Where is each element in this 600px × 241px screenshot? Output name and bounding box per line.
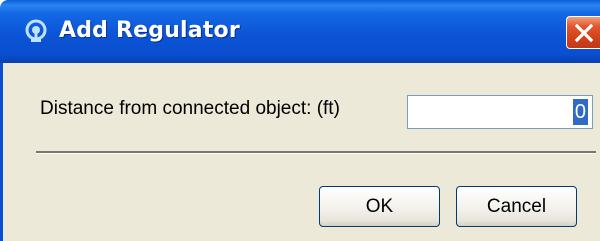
window-title: Add Regulator	[59, 18, 240, 43]
distance-input[interactable]	[407, 95, 593, 129]
separator	[36, 151, 596, 154]
distance-label: Distance from connected object: (ft)	[40, 98, 340, 119]
cancel-button[interactable]: Cancel	[456, 186, 577, 227]
regulator-app-icon	[24, 19, 48, 43]
close-button[interactable]	[566, 16, 600, 49]
title-bar[interactable]: Add Regulator	[0, 0, 600, 63]
add-regulator-dialog: Add Regulator Distance from connected ob…	[0, 0, 600, 241]
ok-button[interactable]: OK	[319, 186, 440, 227]
window-border	[0, 63, 3, 241]
